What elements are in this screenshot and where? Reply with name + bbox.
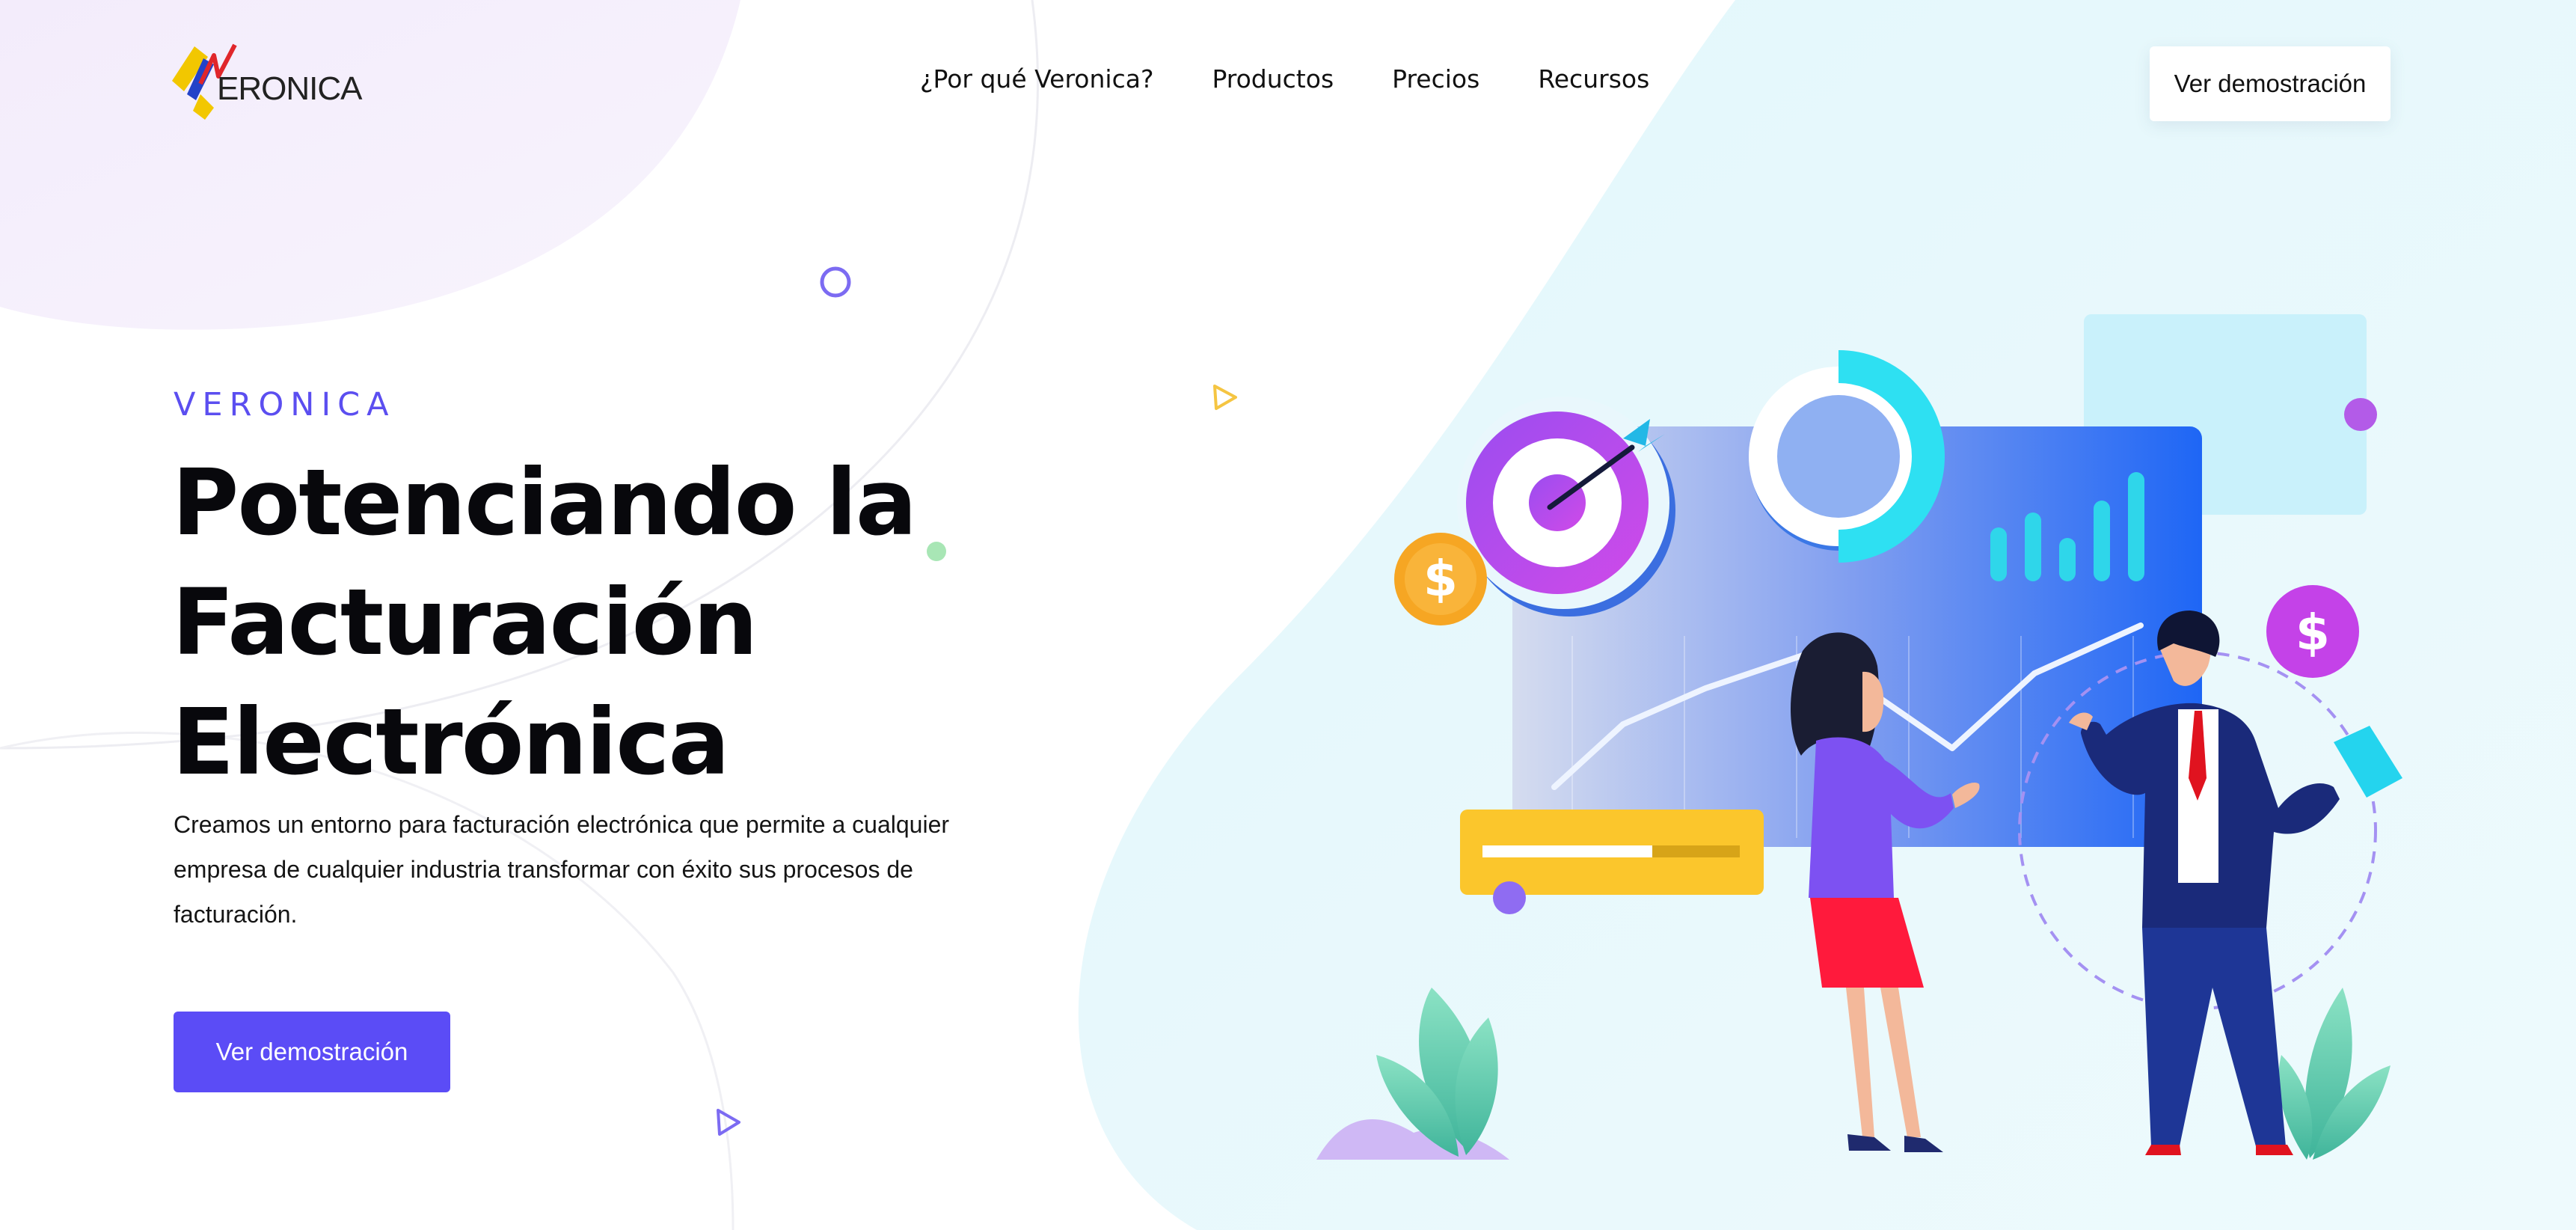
nav-item-resources[interactable]: Recursos xyxy=(1538,64,1649,94)
coin-symbol: $ xyxy=(2296,604,2330,661)
coin-symbol: $ xyxy=(1423,550,1458,608)
hero-title-line: Facturación xyxy=(172,569,758,676)
nav-item-pricing[interactable]: Precios xyxy=(1392,64,1479,94)
hero-demo-button[interactable]: Ver demostración xyxy=(174,1012,450,1092)
hero-eyebrow: VERONICA xyxy=(174,386,396,423)
progress-card xyxy=(1460,810,1764,914)
hero-title-line: Electrónica xyxy=(172,689,730,795)
nav-item-products[interactable]: Productos xyxy=(1212,64,1334,94)
progress-fill xyxy=(1482,845,1653,857)
brand-logo[interactable]: ERONICA xyxy=(171,42,371,132)
dollar-coin-icon: $ xyxy=(2266,585,2359,678)
hero-title: Potenciando la Facturación Electrónica xyxy=(172,443,1144,802)
dollar-coin-icon: $ xyxy=(1394,533,1487,625)
nav-item-why-veronica[interactable]: ¿Por qué Veronica? xyxy=(920,64,1153,94)
header-demo-button[interactable]: Ver demostración xyxy=(2150,46,2391,121)
hero-title-line: Potenciando la xyxy=(172,450,917,556)
decor-dot xyxy=(2344,398,2377,431)
target-icon xyxy=(1457,397,1675,616)
brand-name: ERONICA xyxy=(217,70,362,107)
hero-description: Creamos un entorno para facturación elec… xyxy=(174,811,950,928)
main-nav: ¿Por qué Veronica? Productos Precios Rec… xyxy=(920,64,1649,94)
donut-chart-icon xyxy=(1749,350,1945,563)
leaf-icon xyxy=(2278,988,2391,1160)
hero-illustration: $ $ xyxy=(1316,314,2402,1160)
